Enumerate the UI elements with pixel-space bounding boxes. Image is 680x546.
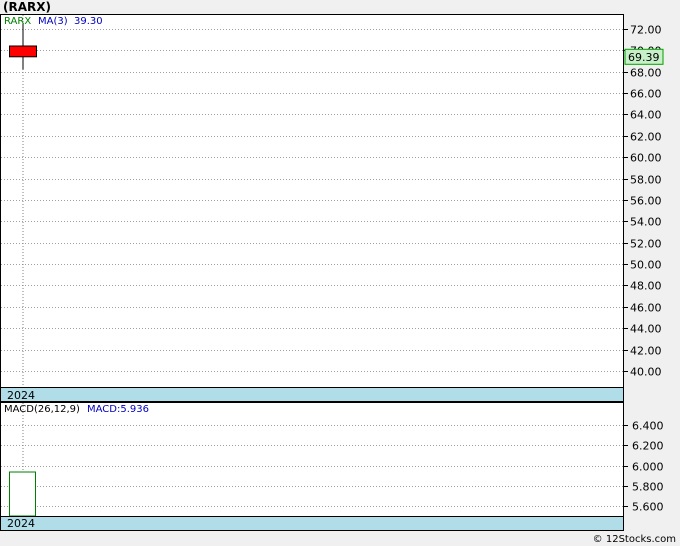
macd-year-band xyxy=(0,516,624,531)
price-tick-label: 46.00 xyxy=(630,302,662,315)
price-tick-label: 62.00 xyxy=(630,131,662,144)
symbol-legend: RARX xyxy=(4,16,31,27)
macd-value-legend: MACD:5.936 xyxy=(87,404,149,415)
credit-text: © 12Stocks.com xyxy=(592,534,676,545)
macd-tick-label: 6.000 xyxy=(632,461,664,474)
macd-params-legend: MACD(26,12,9) xyxy=(4,404,80,415)
candle-body xyxy=(9,45,37,58)
chart-canvas: 40.00 42.00 44.00 46.00 48.00 50.00 52.00 54.00… xyxy=(0,14,664,531)
macd-axis: 5.600 5.800 6.000 6.200 6.400 xyxy=(623,420,664,514)
price-tick-label: 60.00 xyxy=(630,152,662,165)
macd-bar xyxy=(9,471,36,517)
price-tick-label: 56.00 xyxy=(630,195,662,208)
price-tick-label: 68.00 xyxy=(630,67,662,80)
macd-panel xyxy=(0,402,624,531)
last-price-label: 69.39 xyxy=(628,51,660,64)
price-panel xyxy=(0,14,624,403)
price-tick-label: 44.00 xyxy=(630,323,662,336)
price-tick-label: 50.00 xyxy=(630,259,662,272)
price-tick-label: 58.00 xyxy=(630,174,662,187)
ma-legend-label: MA(3) xyxy=(38,16,68,27)
macd-year-label: 2024 xyxy=(7,517,35,530)
price-tick-label: 48.00 xyxy=(630,280,662,293)
macd-tick-label: 5.800 xyxy=(632,481,664,494)
price-tick-label: 66.00 xyxy=(630,88,662,101)
price-axis: 40.00 42.00 44.00 46.00 48.00 50.00 52.00 54.00… xyxy=(623,24,662,379)
price-tick-label: 52.00 xyxy=(630,238,662,251)
ma-legend-value: 39.30 xyxy=(74,16,103,27)
price-tick-label: 72.00 xyxy=(630,24,662,37)
price-tick-label: 40.00 xyxy=(630,366,662,379)
macd-tick-label: 6.400 xyxy=(632,420,664,433)
price-year-label: 2024 xyxy=(7,389,35,402)
macd-tick-label: 5.600 xyxy=(632,501,664,514)
macd-bars xyxy=(9,471,36,517)
price-tick-label: 54.00 xyxy=(630,216,662,229)
macd-tick-label: 6.200 xyxy=(632,440,664,453)
price-tick-label: 42.00 xyxy=(630,345,662,358)
price-year-band xyxy=(0,387,624,402)
price-tick-label: 64.00 xyxy=(630,109,662,122)
